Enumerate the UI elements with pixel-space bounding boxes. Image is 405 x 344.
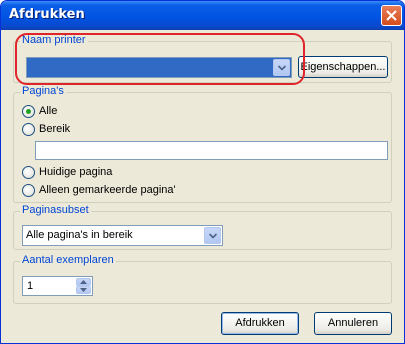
pages-group-label: Pagina's: [20, 85, 66, 97]
radio-selection-button[interactable]: [22, 184, 35, 197]
pages-group: Pagina's Alle Bereik Huidige pagina Alle…: [13, 85, 392, 203]
copies-stepper[interactable]: 1: [22, 276, 93, 296]
radio-range-button[interactable]: [22, 123, 35, 136]
highlight-annotation: [15, 33, 305, 85]
arrow-down-icon: [80, 288, 87, 292]
arrow-up-icon: [80, 280, 87, 284]
properties-button[interactable]: Eigenschappen...: [298, 56, 388, 78]
radio-range-label: Bereik: [39, 123, 71, 135]
chevron-down-icon: [209, 233, 217, 239]
radio-selected-dot: [26, 109, 31, 114]
subset-select[interactable]: Alle pagina's in bereik: [22, 225, 223, 246]
copies-group: Aantal exemplaren 1: [13, 254, 392, 304]
radio-all-label: Alle: [39, 105, 58, 117]
radio-all-button[interactable]: [22, 105, 35, 118]
radio-current-page-label: Huidige pagina: [39, 166, 113, 178]
close-button[interactable]: [381, 5, 402, 26]
cancel-button[interactable]: Annuleren: [314, 312, 392, 335]
radio-selection-label: Alleen gemarkeerde pagina': [39, 184, 176, 196]
dialog-title: Afdrukken: [9, 7, 85, 22]
copies-decrement-button[interactable]: [76, 286, 91, 294]
range-input[interactable]: [35, 141, 388, 160]
copies-value: 1: [27, 280, 34, 292]
copies-increment-button[interactable]: [76, 278, 91, 286]
copies-group-label: Aantal exemplaren: [20, 254, 116, 266]
close-icon: [386, 10, 397, 21]
subset-group: Paginasubset Alle pagina's in bereik: [13, 204, 392, 250]
subset-select-value: Alle pagina's in bereik: [26, 229, 133, 241]
subset-dropdown-button[interactable]: [204, 227, 221, 244]
title-bar[interactable]: Afdrukken: [1, 1, 404, 30]
print-dialog: Afdrukken Naam printer Eigenschappen...: [0, 0, 405, 344]
subset-group-label: Paginasubset: [20, 204, 91, 216]
print-button[interactable]: Afdrukken: [221, 312, 299, 335]
radio-current-page-button[interactable]: [22, 166, 35, 179]
